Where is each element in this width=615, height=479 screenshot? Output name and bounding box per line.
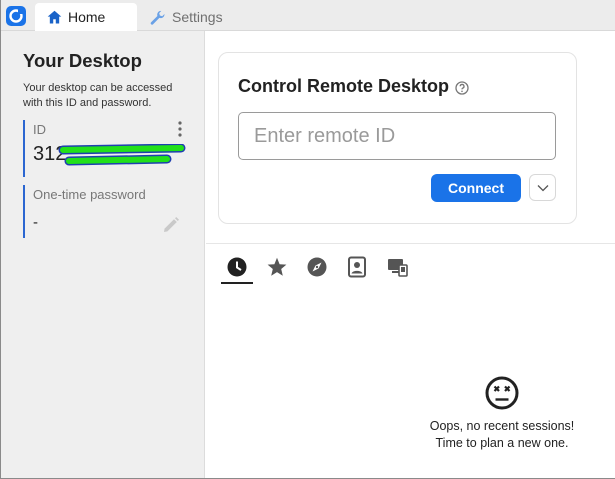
redaction-scribble [58,144,186,166]
your-desktop-panel: Your Desktop Your desktop can be accesse… [1,31,205,478]
connect-options-dropdown[interactable] [529,174,556,201]
chevron-down-icon [537,184,548,191]
password-field: One-time password - [23,185,191,238]
dizzy-face-icon [485,376,519,410]
app-logo-icon [6,6,26,26]
tab-settings-label: Settings [172,9,223,25]
empty-state-line2: Time to plan a new one. [435,436,569,450]
tab-address-book[interactable] [341,256,373,284]
password-label: One-time password [33,187,146,202]
remote-id-input[interactable] [238,112,556,160]
tab-bar: Home Settings [1,0,615,31]
more-options-icon[interactable] [175,120,185,138]
empty-state: Oops, no recent sessions! Time to plan a… [396,376,608,452]
id-field: ID 312 [23,120,191,177]
tab-settings[interactable]: Settings [147,3,257,31]
app-window: Home Settings Your Desktop Your desktop … [0,0,615,479]
control-remote-title: Control Remote Desktop [238,76,469,97]
tab-home-label: Home [68,9,106,25]
connect-button[interactable]: Connect [431,174,521,202]
tab-home[interactable]: Home [35,3,137,31]
home-icon [47,10,62,23]
tab-discover[interactable] [301,256,333,284]
edit-pencil-icon[interactable] [161,215,181,235]
control-remote-card: Control Remote Desktop Connect [218,52,577,224]
tab-recent-sessions[interactable] [221,256,253,284]
address-book-icon [348,256,366,278]
your-desktop-title: Your Desktop [23,50,142,71]
tab-favorites[interactable] [261,256,293,284]
recent-clock-icon [227,257,247,277]
discover-compass-icon [307,257,327,277]
help-icon[interactable] [455,80,469,95]
tab-lan-devices[interactable] [381,256,413,284]
wrench-icon [150,10,165,25]
empty-state-line1: Oops, no recent sessions! [429,419,575,433]
control-remote-title-text: Control Remote Desktop [238,76,450,96]
lan-devices-icon [388,259,408,277]
section-divider [206,243,615,244]
favorites-star-icon [267,257,287,276]
your-desktop-description: Your desktop can be accessed with this I… [23,82,173,109]
id-label: ID [33,122,46,137]
